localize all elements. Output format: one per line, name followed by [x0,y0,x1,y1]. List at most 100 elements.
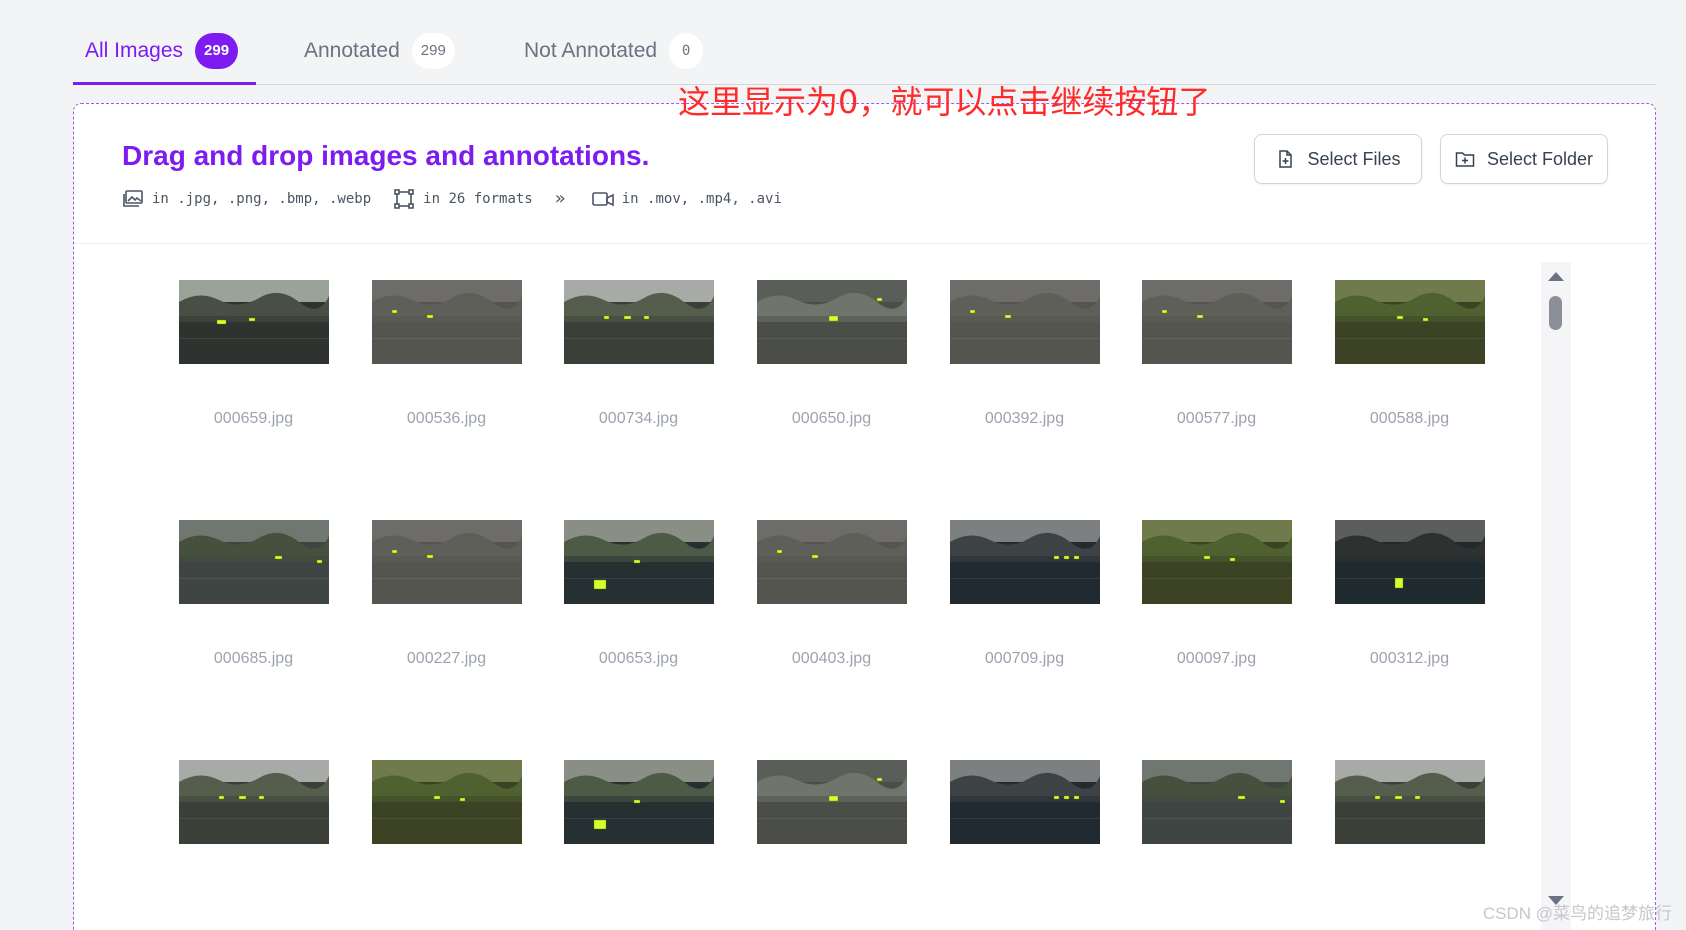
thumbnail-frame [535,485,742,639]
thumbnail-frame [1306,725,1513,879]
image-card[interactable]: 000653.jpg [535,485,742,715]
image-card[interactable]: 000709.jpg [921,485,1128,715]
thumbnail-frame [728,725,935,879]
video-formats-text: in .mov, .mp4, .avi [621,190,782,207]
count-badge: 299 [411,33,455,69]
image-grid: 000659.jpg 000536.jpg 000734.jpg 000650.… [74,245,1614,930]
image-card[interactable] [535,725,742,930]
thumbnail-frame [343,485,550,639]
tab-annotated[interactable]: Annotated 299 [304,30,455,84]
image-thumbnail [178,760,329,844]
image-thumbnail [371,760,522,844]
thumbnail-frame [343,245,550,399]
image-card[interactable]: 000577.jpg [1113,245,1320,475]
image-filename: 000312.jpg [1369,650,1450,667]
image-thumbnail [949,520,1100,604]
select-files-label: Select Files [1307,148,1401,169]
image-card[interactable]: 000312.jpg [1306,485,1513,715]
image-thumbnail [949,760,1100,844]
image-card[interactable]: 000588.jpg [1306,245,1513,475]
image-thumbnail [756,520,907,604]
tab-not-annotated[interactable]: Not Annotated 0 [524,30,704,84]
image-thumbnail [1334,520,1485,604]
images-icon [123,189,143,207]
tab-all-images[interactable]: All Images 299 [73,30,256,85]
count-badge: 0 [669,33,704,69]
supported-formats: in .jpg, .png, .bmp, .webp in 26 formats… [122,188,804,209]
thumbnail-frame [1113,485,1320,639]
thumbnail-frame [728,485,935,639]
thumbnail-frame [921,485,1128,639]
image-card[interactable]: 000734.jpg [535,245,742,475]
image-filename: 000227.jpg [406,650,487,667]
image-thumbnail [563,520,714,604]
thumbnail-frame [921,245,1128,399]
image-filename: 000097.jpg [1176,650,1257,667]
count-badge: 299 [195,33,239,69]
image-filename: 000577.jpg [1176,410,1257,427]
image-thumbnail [563,760,714,844]
drop-zone[interactable]: Drag and drop images and annotations. in… [73,103,1656,930]
image-formats: in .jpg, .png, .bmp, .webp [122,189,371,209]
image-card[interactable] [1113,725,1320,930]
tab-label: Annotated [304,39,400,62]
image-filename: 000685.jpg [213,650,294,667]
image-card[interactable]: 000097.jpg [1113,485,1320,715]
image-thumbnail [1141,520,1292,604]
image-filename: 000734.jpg [598,410,679,427]
image-filename: 000536.jpg [406,410,487,427]
annotation-formats: in 26 formats [393,188,533,209]
watermark: CSDN @菜鸟的追梦旅行 [1482,904,1672,923]
image-filename: 000650.jpg [791,410,872,427]
select-files-button[interactable]: Select Files [1254,134,1422,184]
image-card[interactable] [728,725,935,930]
thumbnail-frame [728,245,935,399]
image-card[interactable] [921,725,1128,930]
image-card[interactable]: 000536.jpg [343,245,550,475]
bounding-box-icon [394,188,414,209]
image-card[interactable]: 000392.jpg [921,245,1128,475]
video-camera-icon [591,191,614,206]
image-thumbnail [1141,280,1292,364]
image-thumbnail [949,280,1100,364]
file-plus-icon [1279,150,1293,168]
scrollbar[interactable] [1541,262,1571,930]
video-formats: in .mov, .mp4, .avi [591,189,782,209]
image-card[interactable]: 000650.jpg [728,245,935,475]
image-thumbnail [178,520,329,604]
tab-label: Not Annotated [524,39,658,62]
image-thumbnail [1141,760,1292,844]
thumbnail-frame [1306,485,1513,639]
select-folder-button[interactable]: Select Folder [1440,134,1608,184]
image-card[interactable]: 000685.jpg [150,485,357,715]
folder-plus-icon [1455,152,1475,167]
image-filename: 000653.jpg [598,650,679,667]
thumbnail-frame [343,725,550,879]
drop-zone-header: Drag and drop images and annotations. in… [74,104,1655,244]
thumbnail-frame [150,725,357,879]
image-card[interactable] [343,725,550,930]
thumbnail-frame [921,725,1128,879]
select-folder-label: Select Folder [1486,148,1594,169]
scroll-thumb[interactable] [1549,296,1562,330]
thumbnail-frame [150,245,357,399]
thumbnail-frame [1306,245,1513,399]
image-filename: 000659.jpg [213,410,294,427]
more-formats-chevron[interactable]: » [555,188,566,209]
image-filename: 000403.jpg [791,650,872,667]
image-thumbnail [371,280,522,364]
image-thumbnail [1334,280,1485,364]
image-card[interactable]: 000403.jpg [728,485,935,715]
annotation-note: 这里显示为0，就可以点击继续按钮了 [678,83,1211,121]
image-thumbnail [756,760,907,844]
image-thumbnail [371,520,522,604]
image-card[interactable]: 000227.jpg [343,485,550,715]
image-thumbnail [756,280,907,364]
image-card[interactable]: 000659.jpg [150,245,357,475]
scroll-up-arrow-icon[interactable] [1548,272,1564,281]
image-card[interactable] [150,725,357,930]
image-filename: 000392.jpg [984,410,1065,427]
thumbnail-frame [150,485,357,639]
image-filename: 000588.jpg [1369,410,1450,427]
thumbnail-frame [1113,725,1320,879]
